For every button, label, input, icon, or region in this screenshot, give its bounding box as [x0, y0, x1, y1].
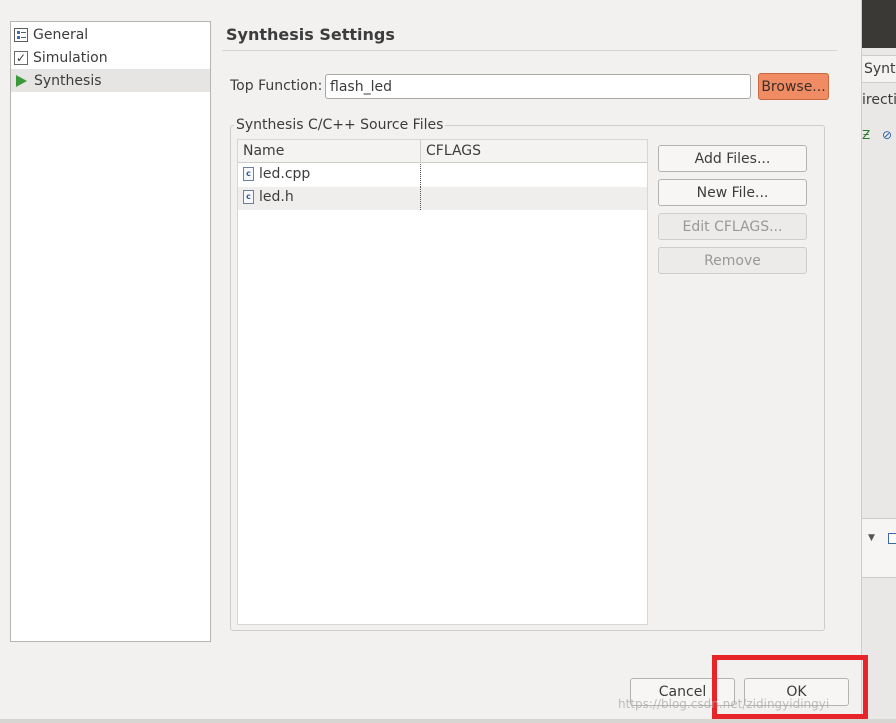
nav-item-simulation[interactable]: ✓ Simulation [11, 46, 210, 69]
checkbox-icon: ✓ [14, 50, 28, 65]
c-file-icon: c [243, 167, 254, 181]
column-header-name[interactable]: Name [243, 143, 284, 159]
file-name-cell: c led.cpp [243, 166, 310, 182]
new-file-button[interactable]: New File... [658, 179, 807, 206]
remove-button[interactable]: Remove [658, 247, 807, 274]
top-function-input[interactable] [325, 74, 751, 99]
table-header: Name CFLAGS [238, 140, 647, 163]
nav-item-label: Synthesis [34, 72, 102, 89]
toolbar-icon[interactable]: Ƶ [862, 128, 876, 142]
nav-item-general[interactable]: General [11, 23, 210, 46]
window-icon[interactable] [888, 533, 896, 544]
settings-nav-tree: General ✓ Simulation Synthesis [10, 21, 211, 642]
edit-cflags-button[interactable]: Edit CFLAGS... [658, 213, 807, 240]
source-files-group-label: Synthesis C/C++ Source Files [234, 117, 446, 133]
source-files-table: Name CFLAGS c led.cpp c led.h [237, 139, 648, 625]
file-name-cell: c led.h [243, 189, 294, 205]
toolbar-icon[interactable]: ⊘ [882, 128, 896, 142]
column-header-cflags[interactable]: CFLAGS [426, 143, 481, 159]
browse-button[interactable]: Browse... [758, 73, 829, 100]
nav-item-label: Simulation [33, 49, 108, 66]
file-name: led.cpp [259, 166, 311, 182]
background-pane [862, 518, 896, 578]
cell-divider [420, 187, 421, 210]
top-function-label: Top Function: [230, 78, 323, 94]
dropdown-arrow-icon[interactable]: ▼ [868, 533, 875, 543]
cell-divider [420, 164, 421, 187]
nav-item-label: General [33, 26, 89, 43]
background-label: irecti [862, 92, 896, 108]
table-row[interactable]: c led.h [238, 187, 647, 210]
page-title: Synthesis Settings [226, 25, 395, 44]
play-triangle-icon [16, 74, 27, 87]
bottom-window-edge [0, 719, 896, 723]
general-settings-icon [14, 27, 28, 42]
background-window: Synth irecti Ƶ ⊘ ▼ [861, 0, 896, 723]
file-name: led.h [259, 189, 294, 205]
background-tab[interactable]: Synth [862, 55, 896, 83]
title-divider [222, 50, 837, 51]
watermark: https://blog.csdn.net/zidingyidingyi [618, 697, 830, 711]
background-window-titlebar [862, 0, 896, 48]
add-files-button[interactable]: Add Files... [658, 145, 807, 172]
table-row[interactable]: c led.cpp [238, 164, 647, 187]
nav-item-synthesis[interactable]: Synthesis [11, 69, 210, 92]
column-divider[interactable] [420, 140, 421, 163]
c-file-icon: c [243, 190, 254, 204]
